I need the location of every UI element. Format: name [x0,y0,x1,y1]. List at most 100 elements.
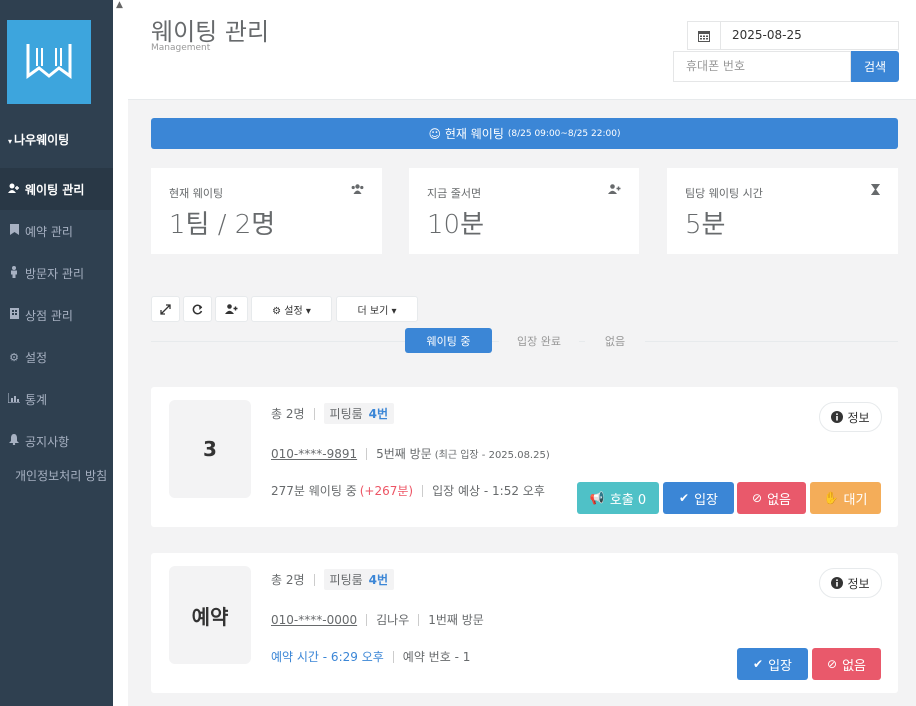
sidebar-item-privacy[interactable]: 개인정보처리 방침 [0,462,113,512]
banner-title: ☺ 현재 웨이팅 [428,127,504,141]
settings-dropdown[interactable]: ⚙ 설정 ▾ [251,296,332,322]
search-button[interactable]: 검색 [851,51,899,82]
ban-icon: ⊘ [752,491,763,505]
phone-link[interactable]: 010-****-0000 [271,613,357,627]
phone-link[interactable]: 010-****-9891 [271,447,357,461]
room-label: 피팅룸 [329,573,363,587]
room-number: 4번 [368,573,389,587]
sidebar-item-reservation[interactable]: 예약 관리 [0,210,113,252]
logo-w-icon [26,44,72,79]
sidebar-item-store[interactable]: 상점 관리 [0,294,113,336]
refresh-icon [192,304,203,314]
sidebar-item-label: 개인정보처리 방침 [15,469,108,483]
room-tag: 피팅룸 4번 [323,569,395,590]
no-show-button[interactable]: ⊘ 없음 [737,482,806,514]
party-info: 총 2명 피팅룸 4번 [271,569,395,590]
bookmark-icon [7,224,21,238]
hand-icon: ✋ [823,491,839,505]
sidebar-item-label: 설정 [25,350,48,365]
sidebar: ▾ 나우웨이팅 웨이팅 관리 예약 관리 방문자 관리 상점 관리 ⚙ 설정 통… [0,0,113,706]
sidebar-item-label: 웨이팅 관리 [25,182,85,197]
no-show-label: 없음 [842,658,866,674]
bell-icon [7,434,21,448]
tab-entered[interactable]: 입장 완료 [499,328,579,353]
check-icon: ✔ [753,657,764,671]
party-info: 총 2명 피팅룸 4번 [271,403,395,424]
recent-visit: (최근 입장 - 2025.08.25) [434,450,550,461]
tab-waiting[interactable]: 웨이팅 중 [405,328,492,353]
info-button[interactable]: 정보 [819,568,882,598]
sidebar-item-waiting[interactable]: 웨이팅 관리 [0,168,113,210]
waiting-overtime: (+267분) [359,484,414,498]
building-icon [7,308,21,322]
info-icon [831,411,844,423]
stat-value: 5분 [685,210,726,240]
reservation-card: 예약 총 2명 피팅룸 4번 010-****-0000 김나우 1번째 방문 예… [151,553,898,693]
brand-menu[interactable]: ▾ 나우웨이팅 [0,120,113,160]
more-dropdown[interactable]: 더 보기 ▾ [336,296,418,322]
separator [313,407,315,420]
no-show-button[interactable]: ⊘ 없음 [812,648,881,680]
refresh-button[interactable] [183,296,212,322]
stat-label: 팀당 웨이팅 시간 [685,187,763,200]
date-picker[interactable]: 2025-08-25 [687,21,899,50]
app-logo[interactable] [7,20,91,104]
expand-button[interactable] [151,296,180,322]
room-number: 4번 [368,407,389,421]
sidebar-item-label: 상점 관리 [25,308,73,323]
calendar-icon[interactable] [688,22,721,49]
enter-button[interactable]: ✔ 입장 [737,648,808,680]
call-button[interactable]: 📢 호출 0 [577,482,659,514]
phone-search-input[interactable]: 휴대폰 번호 [673,51,851,82]
caret-down-icon: ▾ [8,137,13,146]
sidebar-item-stats[interactable]: 통계 [0,378,113,420]
sidebar-item-notice[interactable]: 공지사항 [0,420,113,462]
stat-value: 10분 [427,210,485,240]
current-waiting-banner: ☺ 현재 웨이팅 (8/25 09:00~8/25 22:00) [151,118,898,149]
stat-current-waiting: 현재 웨이팅 1팀 / 2명 [151,168,382,254]
info-icon [831,577,844,589]
sidebar-item-visitors[interactable]: 방문자 관리 [0,252,113,294]
expand-icon [160,303,171,315]
call-label: 호출 0 [609,492,647,508]
visit-count: 1번째 방문 [428,613,484,627]
add-waiting-button[interactable] [215,296,248,322]
tab-none[interactable]: 없음 [585,328,645,353]
stat-label: 지금 줄서면 [427,187,482,200]
scroll-up-icon[interactable]: ▲ [116,0,123,10]
sidebar-item-label: 방문자 관리 [25,266,85,281]
waiting-card: 3 총 2명 피팅룸 4번 010-****-9891 5번째 방문 (최근 입장… [151,387,898,527]
brand-label: 나우웨이팅 [14,133,70,147]
page-subtitle: Management [151,43,211,53]
room-label: 피팅룸 [329,407,363,421]
waiting-duration: 277분 웨이팅 중 [271,484,357,498]
wait-status: 277분 웨이팅 중 (+267분) 입장 예상 - 1:52 오후 [271,482,545,499]
hold-button[interactable]: ✋ 대기 [810,482,881,514]
expected-entry: 입장 예상 - 1:52 오후 [432,484,545,498]
date-value[interactable]: 2025-08-25 [721,22,802,49]
stat-wait-now: 지금 줄서면 10분 [409,168,639,254]
reservation-time: 예약 시간 - 6:29 오후 [271,650,384,664]
no-show-label: 없음 [767,492,791,508]
user-plus-icon [7,183,21,196]
customer-info: 010-****-0000 김나우 1번째 방문 [271,611,484,628]
customer-name: 김나우 [376,613,410,627]
sidebar-item-label: 공지사항 [25,434,70,449]
megaphone-icon: 📢 [589,491,605,505]
info-label: 정보 [847,410,870,425]
sidebar-item-settings[interactable]: ⚙ 설정 [0,336,113,378]
enter-button[interactable]: ✔ 입장 [663,482,734,514]
person-icon [7,265,21,281]
stat-label: 현재 웨이팅 [169,187,224,200]
banner-range: (8/25 09:00~8/25 22:00) [507,128,621,139]
separator [366,447,368,460]
scrollbar[interactable]: ▲ [113,0,128,706]
ban-icon: ⊘ [827,657,838,671]
sidebar-item-label: 통계 [25,392,48,407]
page-title: 웨이팅 관리 [151,18,270,46]
reservation-badge: 예약 [169,566,251,664]
separator [366,613,368,626]
info-button[interactable]: 정보 [819,402,882,432]
enter-label: 입장 [768,658,792,674]
reservation-number: 예약 번호 - 1 [402,650,471,664]
